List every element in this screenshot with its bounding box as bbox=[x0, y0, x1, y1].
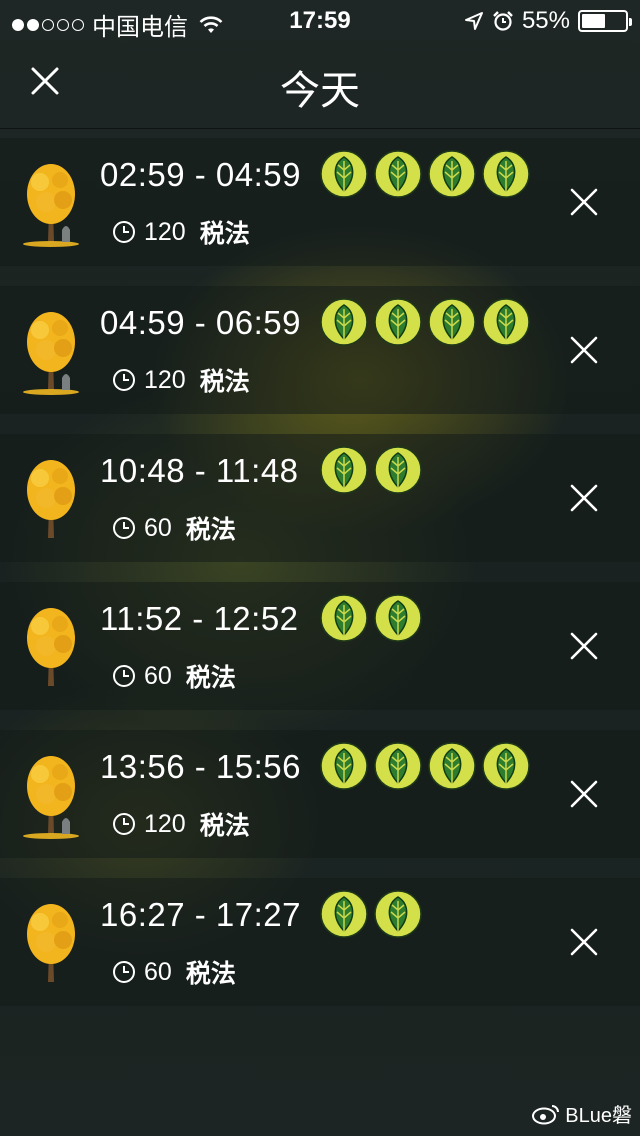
session-time: 02:59 - 04:59 bbox=[100, 156, 301, 193]
session-meta: 60 税法 bbox=[112, 954, 236, 990]
session-tag: 税法 bbox=[199, 220, 250, 248]
session-duration: 60 bbox=[144, 513, 172, 542]
session-meta: 60 税法 bbox=[112, 658, 236, 694]
leaf-badge-icon bbox=[320, 446, 368, 494]
clock-icon bbox=[113, 665, 135, 687]
delete-session-icon[interactable] bbox=[568, 186, 600, 218]
session-duration: 120 bbox=[144, 809, 186, 838]
tree-icon bbox=[27, 608, 75, 686]
leaf-badge-icon bbox=[320, 150, 368, 198]
delete-session-icon[interactable] bbox=[568, 778, 600, 810]
clock-icon bbox=[113, 813, 135, 835]
page-title: 今天 bbox=[280, 69, 360, 113]
leaf-badge-icon bbox=[320, 298, 368, 346]
session-time: 16:27 - 17:27 bbox=[100, 896, 301, 933]
leaf-badge-icon bbox=[428, 742, 476, 790]
session-meta: 120 税法 bbox=[112, 214, 250, 250]
leaf-badge-icon bbox=[374, 742, 422, 790]
session-tag: 税法 bbox=[185, 960, 236, 988]
leaf-badges bbox=[320, 890, 422, 938]
session-row[interactable]: 13:56 - 15:56 120 税法 bbox=[0, 730, 640, 858]
tree-icon bbox=[27, 460, 75, 538]
session-meta: 60 税法 bbox=[112, 510, 236, 546]
session-row[interactable]: 02:59 - 04:59 120 税法 bbox=[0, 138, 640, 266]
leaf-badges bbox=[320, 446, 422, 494]
leaf-badge-icon bbox=[374, 890, 422, 938]
session-time: 10:48 - 11:48 bbox=[100, 452, 299, 489]
session-time: 04:59 - 06:59 bbox=[100, 304, 301, 341]
session-row[interactable]: 10:48 - 11:48 60 税法 bbox=[0, 434, 640, 562]
tree-icon bbox=[23, 312, 79, 395]
leaf-badge-icon bbox=[320, 890, 368, 938]
leaf-badge-icon bbox=[428, 298, 476, 346]
session-duration: 120 bbox=[144, 217, 186, 246]
clock-icon bbox=[113, 961, 135, 983]
watermark: BLue磐 bbox=[531, 1099, 632, 1128]
delete-session-icon[interactable] bbox=[568, 334, 600, 366]
session-duration: 120 bbox=[144, 365, 186, 394]
nav-bar: 今天 bbox=[0, 40, 640, 129]
tree-icon bbox=[23, 164, 79, 247]
session-tag: 税法 bbox=[199, 812, 250, 840]
leaf-badges bbox=[320, 150, 530, 198]
tree-icon bbox=[23, 756, 79, 839]
battery-icon bbox=[578, 10, 632, 32]
leaf-badges bbox=[320, 742, 530, 790]
leaf-badge-icon bbox=[374, 298, 422, 346]
leaf-badge-icon bbox=[320, 742, 368, 790]
session-duration: 60 bbox=[144, 957, 172, 986]
clock-icon bbox=[113, 517, 135, 539]
session-row[interactable]: 11:52 - 12:52 60 税法 bbox=[0, 582, 640, 710]
session-tag: 税法 bbox=[185, 664, 236, 692]
delete-session-icon[interactable] bbox=[568, 482, 600, 514]
tree-icon bbox=[27, 904, 75, 982]
weibo-logo-icon bbox=[532, 1104, 560, 1124]
session-row[interactable]: 16:27 - 17:27 60 税法 bbox=[0, 878, 640, 1006]
battery-percent: 55% bbox=[521, 7, 570, 34]
session-meta: 120 税法 bbox=[112, 362, 250, 398]
leaf-badge-icon bbox=[374, 150, 422, 198]
status-bar: 中国电信 17:59 55% bbox=[0, 0, 640, 41]
session-time: 11:52 - 12:52 bbox=[100, 600, 299, 637]
alarm-clock-icon bbox=[493, 11, 513, 31]
leaf-badge-icon bbox=[320, 594, 368, 642]
session-tag: 税法 bbox=[185, 516, 236, 544]
session-duration: 60 bbox=[144, 661, 172, 690]
watermark-text: BLue磐 bbox=[565, 1105, 632, 1127]
delete-session-icon[interactable] bbox=[568, 926, 600, 958]
delete-session-icon[interactable] bbox=[568, 630, 600, 662]
leaf-badge-icon bbox=[482, 742, 530, 790]
leaf-badge-icon bbox=[374, 446, 422, 494]
leaf-badge-icon bbox=[428, 150, 476, 198]
clock-icon bbox=[113, 221, 135, 243]
session-tag: 税法 bbox=[199, 368, 250, 396]
leaf-badge-icon bbox=[482, 298, 530, 346]
status-right: 55% bbox=[464, 7, 632, 35]
session-meta: 120 税法 bbox=[112, 806, 250, 842]
clock-icon bbox=[113, 369, 135, 391]
leaf-badges bbox=[320, 298, 530, 346]
leaf-badge-icon bbox=[482, 150, 530, 198]
session-row[interactable]: 04:59 - 06:59 120 税法 bbox=[0, 286, 640, 414]
leaf-badge-icon bbox=[374, 594, 422, 642]
location-arrow-icon bbox=[464, 12, 483, 30]
leaf-badges bbox=[320, 594, 422, 642]
session-time: 13:56 - 15:56 bbox=[100, 748, 301, 785]
